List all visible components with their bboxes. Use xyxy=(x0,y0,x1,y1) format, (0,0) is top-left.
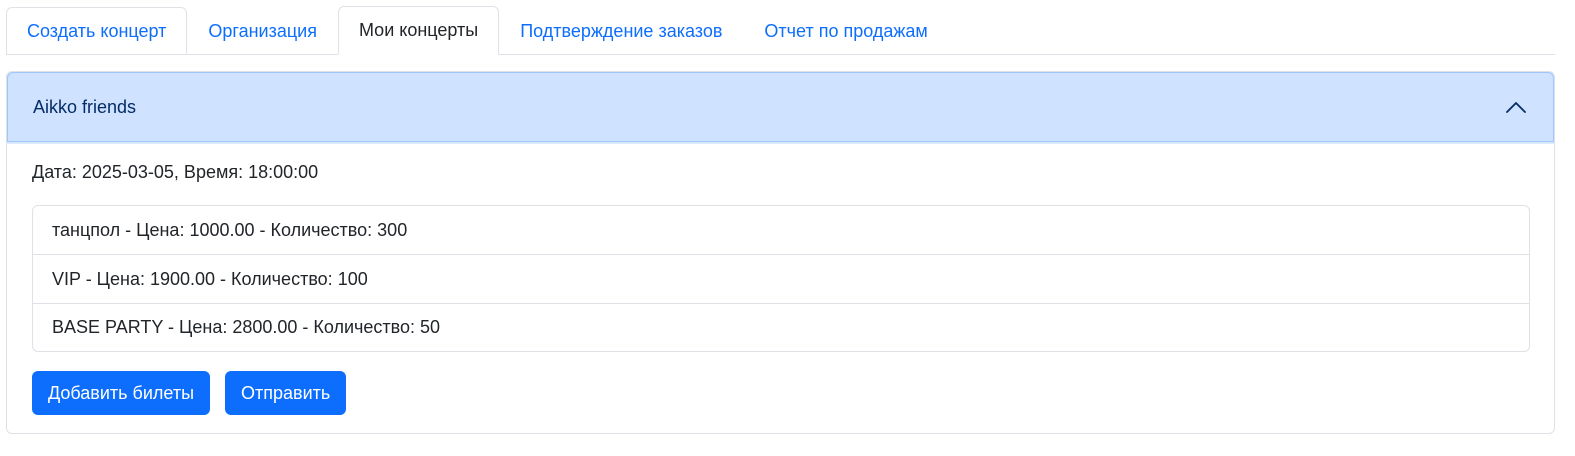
tab-sales-report[interactable]: Отчет по продажам xyxy=(743,7,948,55)
tab-create-concert[interactable]: Создать концерт xyxy=(6,7,188,55)
page: Создать концерт Организация Мои концерты… xyxy=(0,0,1575,456)
ticket-item: BASE PARTY - Цена: 2800.00 - Количество:… xyxy=(52,317,441,337)
submit-button[interactable]: Отправить xyxy=(225,371,347,415)
tab-order-confirmation[interactable]: Подтверждение заказов xyxy=(499,7,743,55)
tab-organization[interactable]: Организация xyxy=(187,7,338,55)
accordion-header[interactable]: Aikko friends xyxy=(7,72,1554,142)
concert-accordion: Aikko friends Дата: 2025-03-05, Время: 1… xyxy=(6,71,1555,434)
ticket-list: танцпол - Цена: 1000.00 - Количество: 30… xyxy=(32,205,1530,352)
chevron-up-icon xyxy=(1506,102,1526,113)
tab-bar: Создать концерт Организация Мои концерты… xyxy=(6,5,1555,55)
ticket-item: танцпол - Цена: 1000.00 - Количество: 30… xyxy=(33,206,1529,255)
ticket-item: VIP - Цена: 1900.00 - Количество: 100 xyxy=(33,255,1529,304)
concert-title: Aikko friends xyxy=(33,96,137,117)
concert-date-time: Дата: 2025-03-05, Время: 18:00:00 xyxy=(32,162,319,182)
add-tickets-button[interactable]: Добавить билеты xyxy=(32,371,211,415)
tab-my-concerts[interactable]: Мои концерты xyxy=(337,6,500,55)
